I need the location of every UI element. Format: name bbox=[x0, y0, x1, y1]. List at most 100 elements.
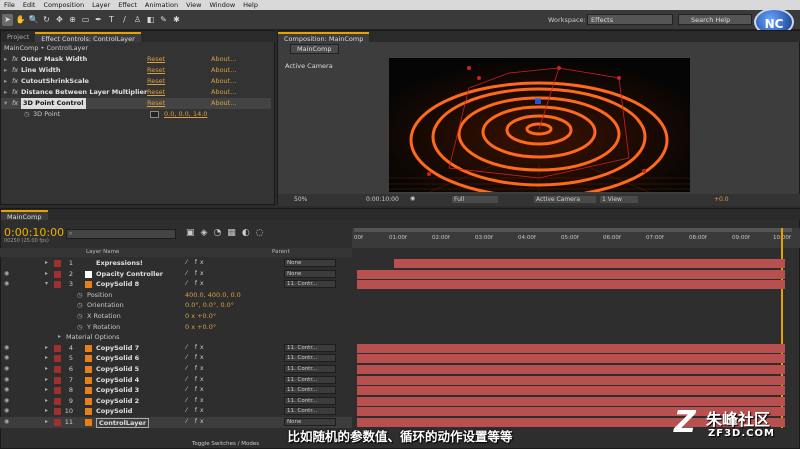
point-target-icon[interactable] bbox=[150, 111, 159, 118]
switches[interactable]: ⁄ fx bbox=[186, 279, 207, 290]
about-link[interactable]: About... bbox=[211, 87, 236, 98]
layer-search-input[interactable]: ⌕ bbox=[66, 229, 176, 239]
visibility-eye-icon[interactable]: ◉ bbox=[4, 343, 9, 354]
reset-link[interactable]: Reset bbox=[147, 65, 165, 76]
layer-name[interactable]: CopySolid 2 bbox=[96, 396, 139, 407]
layer-name[interactable]: Opacity Controller bbox=[96, 269, 163, 280]
layer-bar[interactable] bbox=[357, 365, 785, 374]
layer-row[interactable]: ◉ ▸ 6 CopySolid 5 ⁄ fx 11. Contr... bbox=[0, 364, 352, 375]
switches[interactable]: ⁄ fx bbox=[186, 385, 207, 396]
clone-stamp-icon[interactable]: ♙ bbox=[132, 14, 143, 26]
layer-row[interactable]: ◉ ▸ 10 CopySolid ⁄ fx 11. Contr... bbox=[0, 406, 352, 417]
expand-triangle-icon[interactable]: ▸ bbox=[4, 76, 7, 87]
switches[interactable]: ⁄ fx bbox=[186, 406, 207, 417]
visibility-eye-icon[interactable]: ◉ bbox=[4, 279, 9, 290]
visibility-eye-icon[interactable]: ◉ bbox=[4, 375, 9, 386]
expand-triangle-icon[interactable]: ▸ bbox=[45, 269, 48, 280]
stopwatch-icon[interactable]: ◷ bbox=[77, 311, 83, 322]
layer-name[interactable]: Expressions! bbox=[96, 258, 143, 269]
layer-bar[interactable] bbox=[357, 343, 785, 353]
visibility-eye-icon[interactable]: ◉ bbox=[4, 269, 9, 280]
tab-project[interactable]: Project bbox=[1, 32, 35, 42]
roto-brush-icon[interactable]: ✎ bbox=[158, 14, 169, 26]
menu-view[interactable]: View bbox=[182, 1, 205, 9]
timecode-display[interactable]: 0:00:10:00 bbox=[366, 196, 399, 203]
expand-triangle-icon[interactable]: ▸ bbox=[4, 87, 7, 98]
expand-triangle-icon[interactable]: ▸ bbox=[45, 364, 48, 375]
layer-name[interactable]: CopySolid 5 bbox=[96, 364, 139, 375]
resolution-select[interactable]: Full bbox=[452, 196, 498, 203]
layer-name[interactable]: CopySolid 4 bbox=[96, 375, 139, 386]
prop-row[interactable]: ◷ X Rotation 0 x +0.0° bbox=[0, 311, 352, 322]
expand-triangle-icon[interactable]: ▸ bbox=[45, 353, 48, 364]
layer-bar[interactable] bbox=[394, 259, 785, 268]
menu-window[interactable]: Window bbox=[206, 1, 240, 9]
menu-composition[interactable]: Composition bbox=[39, 1, 88, 9]
layer-row[interactable]: ◉ ▾ 3 CopySolid 8 ⁄ fx 11. Contr... bbox=[0, 279, 352, 290]
switches[interactable]: ⁄ fx bbox=[186, 258, 207, 269]
layer-row[interactable]: ◉ ▸ 8 CopySolid 3 ⁄ fx 11. Contr... bbox=[0, 385, 352, 396]
label-color[interactable] bbox=[54, 344, 61, 352]
layer-name[interactable]: CopySolid 8 bbox=[96, 279, 139, 290]
stopwatch-icon[interactable]: ◷ bbox=[77, 300, 83, 311]
parent-select[interactable]: 11. Contr... bbox=[284, 375, 336, 384]
parent-select[interactable]: 11. Contr... bbox=[284, 280, 336, 289]
layer-row[interactable]: ▸ 1 Expressions! ⁄ fx None bbox=[0, 258, 352, 269]
reset-link[interactable]: Reset bbox=[147, 87, 165, 98]
visibility-eye-icon[interactable]: ◉ bbox=[4, 364, 9, 375]
visibility-eye-icon[interactable]: ◉ bbox=[4, 385, 9, 396]
layer-bar[interactable] bbox=[357, 396, 785, 406]
menu-effect[interactable]: Effect bbox=[114, 1, 141, 9]
prop-row[interactable]: ▸ Material Options bbox=[0, 332, 352, 343]
tab-maincomp[interactable]: MainComp bbox=[1, 210, 48, 221]
layer-bar[interactable] bbox=[357, 386, 785, 396]
shy-icon[interactable]: ◔ bbox=[213, 228, 227, 238]
parent-select[interactable]: 11. Contr... bbox=[284, 343, 336, 352]
parent-select[interactable]: 11. Contr... bbox=[284, 365, 336, 373]
col-layer-name[interactable]: Layer Name bbox=[86, 249, 119, 255]
comp-mini-flowchart-icon[interactable]: ▣ bbox=[186, 228, 201, 238]
prop-row[interactable]: ◷ Position 400.0, 400.0, 0.0 bbox=[0, 290, 352, 301]
layer-bar[interactable] bbox=[357, 375, 785, 385]
tab-effect-controls[interactable]: Effect Controls: ControlLayer bbox=[35, 32, 141, 43]
label-color[interactable] bbox=[54, 270, 61, 278]
label-color[interactable] bbox=[54, 387, 61, 395]
layer-bar[interactable] bbox=[357, 280, 785, 290]
selection-tool-icon[interactable]: ➤ bbox=[2, 13, 13, 26]
camera-snapshot-icon[interactable]: ◉ bbox=[410, 195, 415, 202]
fx-icon[interactable]: fx bbox=[12, 87, 18, 98]
switches[interactable]: ⁄ fx bbox=[186, 396, 207, 407]
expand-triangle-icon[interactable]: ▸ bbox=[4, 54, 7, 65]
visibility-eye-icon[interactable]: ◉ bbox=[4, 353, 9, 364]
label-color[interactable] bbox=[54, 355, 61, 363]
camera-select[interactable]: Active Camera bbox=[534, 196, 596, 203]
layer-bar[interactable] bbox=[357, 269, 785, 279]
layer-row[interactable]: ◉ ▸ 2 Opacity Controller ⁄ fx None bbox=[0, 269, 352, 280]
stopwatch-icon[interactable]: ◷ bbox=[24, 109, 30, 120]
parent-select[interactable]: None bbox=[284, 269, 336, 278]
about-link[interactable]: About... bbox=[211, 76, 236, 87]
switches[interactable]: ⁄ fx bbox=[186, 269, 207, 280]
rect-mask-icon[interactable]: ▭ bbox=[80, 14, 91, 26]
expand-triangle-icon[interactable]: ▸ bbox=[45, 396, 48, 407]
about-link[interactable]: About... bbox=[211, 98, 236, 109]
effect-row[interactable]: ▸ fx Outer Mask Width Reset About... bbox=[1, 54, 271, 65]
collapse-triangle-icon[interactable]: ▾ bbox=[4, 98, 7, 109]
frame-blend-icon[interactable]: ▦ bbox=[227, 228, 242, 238]
layer-row[interactable]: ◉ ▸ 4 CopySolid 7 ⁄ fx 11. Contr... bbox=[0, 343, 352, 354]
prop-value[interactable]: 0 x +0.0° bbox=[185, 311, 216, 322]
orbit-camera-icon[interactable]: ✥ bbox=[54, 14, 65, 26]
menu-animation[interactable]: Animation bbox=[141, 1, 182, 9]
switches[interactable]: ⁄ fx bbox=[186, 343, 207, 354]
switches[interactable]: ⁄ fx bbox=[186, 364, 207, 375]
brush-tool-icon[interactable]: / bbox=[119, 14, 130, 26]
layer-name[interactable]: CopySolid 7 bbox=[96, 343, 139, 354]
effect-row[interactable]: ▸ fx Line Width Reset About... bbox=[1, 65, 271, 76]
label-color[interactable] bbox=[54, 397, 61, 405]
label-color[interactable] bbox=[54, 366, 61, 373]
parent-select[interactable]: 11. Contr... bbox=[284, 354, 336, 363]
puppet-pin-icon[interactable]: ✱ bbox=[171, 14, 182, 26]
label-color[interactable] bbox=[54, 408, 61, 416]
parent-select[interactable]: 11. Contr... bbox=[284, 407, 336, 416]
exposure-value[interactable]: +0.0 bbox=[714, 196, 729, 203]
